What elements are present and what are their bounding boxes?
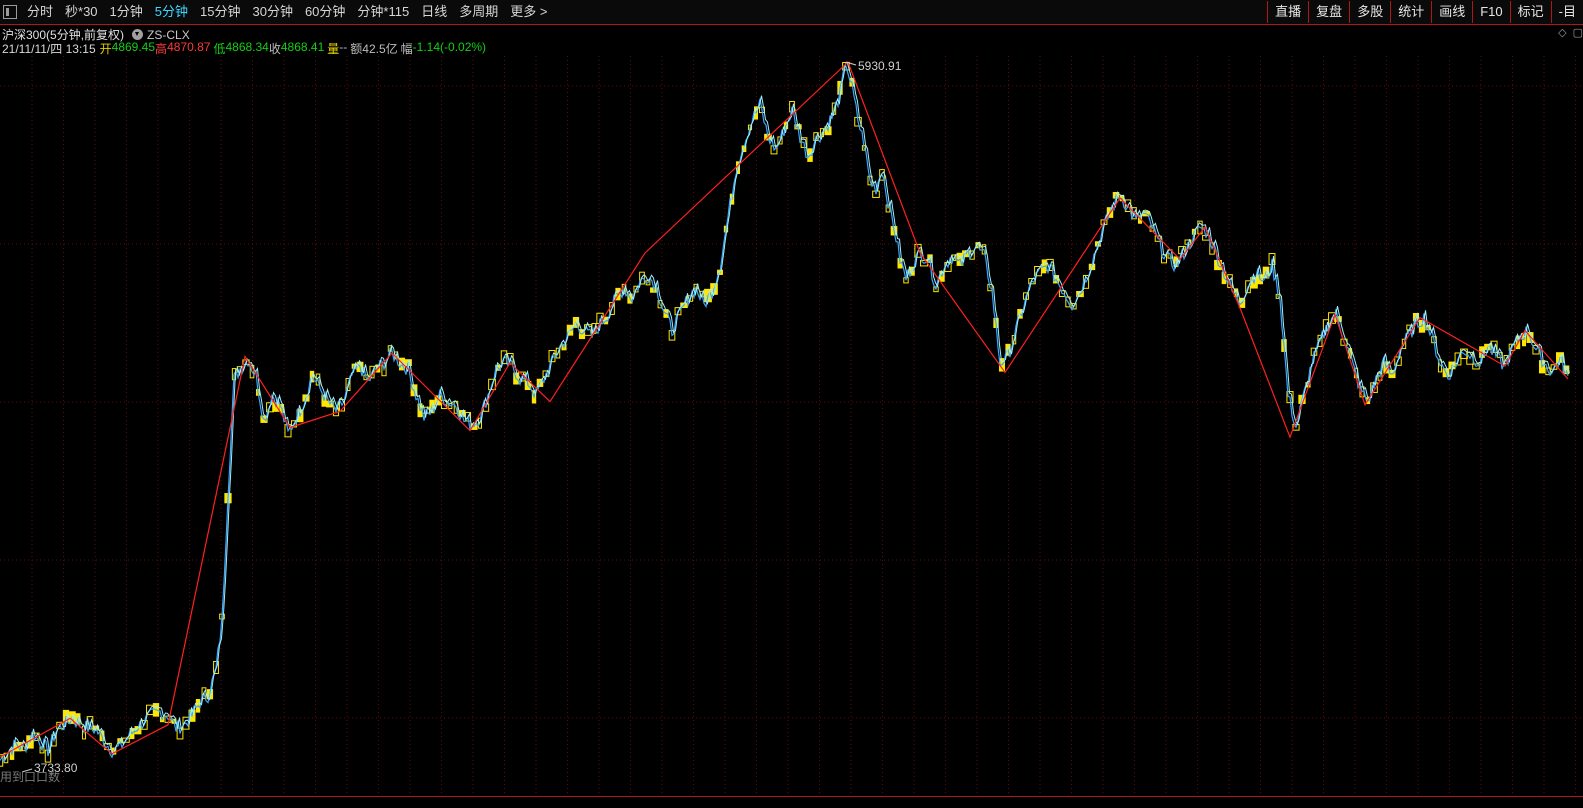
sidebar-toggle-icon[interactable] — [3, 5, 17, 19]
amount-value: 42.5亿 — [362, 42, 398, 56]
chart-grid — [0, 56, 1583, 796]
toolbar-right-buttons: 直播 复盘 多股 统计 画线 F10 标记 -目 — [1267, 0, 1583, 24]
high-value: 4870.87 — [167, 40, 211, 54]
toolbar-button-4[interactable]: 画线 — [1431, 1, 1472, 23]
period-tab-5[interactable]: 30分钟 — [246, 0, 298, 24]
close-value: 4868.41 — [280, 40, 325, 54]
period-tab-9[interactable]: 多周期 — [453, 0, 504, 24]
toolbar-button-6[interactable]: 标记 — [1509, 1, 1551, 23]
high-label: 高 — [155, 42, 168, 56]
period-tab-0[interactable]: 分时 — [21, 0, 59, 24]
change-label: 幅 — [400, 42, 413, 56]
indicator-dropdown-icon[interactable] — [132, 29, 144, 40]
change-value: -1.14(-0.02%) — [412, 40, 487, 54]
period-tab-8[interactable]: 日线 — [415, 0, 453, 24]
open-label: 开 — [99, 42, 112, 56]
toolbar-button-7[interactable]: -目 — [1550, 1, 1583, 23]
period-toolbar: 分时 秒*30 1分钟 5分钟 15分钟 30分钟 60分钟 分钟*115 日线 多周期 更多 > … — [0, 0, 1583, 25]
chart-corner-controls: ◇ ▢ — [1558, 26, 1583, 39]
diamond-icon[interactable]: ◇ — [1558, 26, 1566, 39]
quote-info-bar: 沪深300(5分钟,前复权) ZS-CLX 21/11/11/四 13:15 开… — [0, 24, 1583, 57]
square-icon[interactable]: ▢ — [1573, 26, 1583, 39]
high-price-label: 5930.91 — [858, 59, 902, 73]
price-series — [0, 62, 1570, 764]
amount-label: 额 — [350, 42, 363, 56]
period-tab-1[interactable]: 秒*30 — [59, 0, 104, 24]
price-chart[interactable]: 5930.913733.80 — [0, 56, 1583, 796]
volume-value: -- — [339, 40, 348, 54]
candle-markers — [0, 62, 1570, 767]
period-tab-7[interactable]: 分钟*115 — [351, 0, 415, 24]
period-tabs: 分时 秒*30 1分钟 5分钟 15分钟 30分钟 60分钟 分钟*115 日线 多周期 更多 > — [0, 0, 553, 24]
period-tab-6[interactable]: 60分钟 — [299, 0, 351, 24]
close-label: 收 — [268, 42, 281, 56]
volume-label: 量 — [327, 42, 340, 56]
blue-ma-line — [0, 65, 1569, 764]
period-tab-2[interactable]: 1分钟 — [104, 0, 149, 24]
cyan-price-line — [1, 62, 1570, 761]
bottom-hint-text: 用到口口数 — [0, 770, 61, 784]
toolbar-button-2[interactable]: 多股 — [1349, 1, 1390, 23]
bottom-divider — [0, 796, 1583, 797]
low-value: 4868.34 — [225, 40, 269, 54]
extreme-labels: 5930.913733.80 — [21, 59, 902, 775]
period-tab-4[interactable]: 15分钟 — [194, 0, 246, 24]
toolbar-button-5[interactable]: F10 — [1472, 1, 1509, 23]
period-tab-3[interactable]: 5分钟 — [149, 0, 194, 24]
period-tab-10[interactable]: 更多 > — [504, 0, 553, 24]
low-label: 低 — [213, 42, 226, 56]
toolbar-button-1[interactable]: 复盘 — [1308, 1, 1349, 23]
toolbar-button-0[interactable]: 直播 — [1267, 1, 1308, 23]
toolbar-button-3[interactable]: 统计 — [1390, 1, 1431, 23]
zigzag-path — [0, 60, 1569, 758]
quote-datetime: 21/11/11/四 13:15 — [2, 42, 96, 56]
zigzag-line — [0, 60, 1569, 758]
open-value: 4869.45 — [111, 40, 156, 54]
